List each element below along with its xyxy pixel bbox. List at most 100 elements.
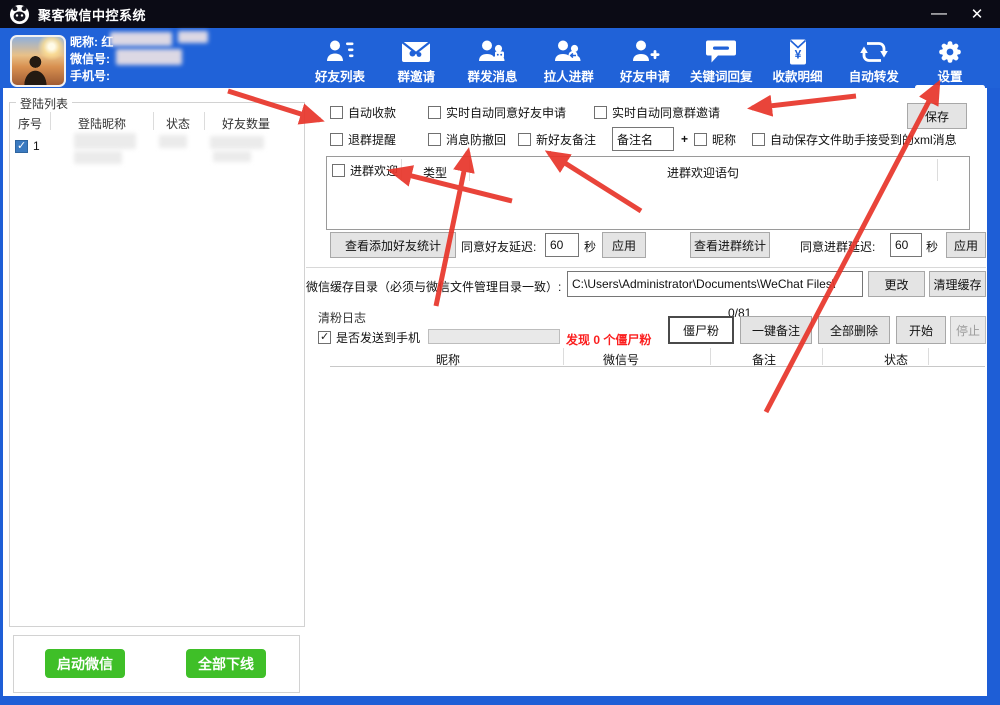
- login-list-title: 登陆列表: [16, 95, 72, 112]
- start-button[interactable]: 开始: [896, 316, 946, 344]
- blurred-wechat-id: [116, 49, 182, 65]
- phone-label: 手机号:: [70, 67, 110, 84]
- friend-list-icon: [324, 37, 356, 65]
- toolbar-item-mass-message[interactable]: 群发消息: [456, 30, 530, 88]
- friend-delay-input[interactable]: 60: [545, 233, 579, 257]
- divider: [822, 348, 823, 365]
- pull-into-group-icon: [553, 37, 585, 65]
- account-header: 昵称: 红 微信号: 手机号: 好友列表 群邀请: [0, 28, 1000, 88]
- zombie-fans-button[interactable]: 僵尸粉: [668, 316, 734, 344]
- toolbar-item-payment-detail[interactable]: ¥ 收款明细: [761, 30, 835, 88]
- delete-all-button[interactable]: 全部删除: [818, 316, 890, 344]
- login-col-no: 序号: [18, 115, 42, 132]
- plus-sign: +: [681, 132, 688, 146]
- nickname-label: 昵称: 红: [70, 33, 113, 50]
- blurred-cell: [213, 151, 251, 162]
- toolbar-item-settings[interactable]: 设置: [913, 30, 987, 88]
- title-bar: 聚客微信中控系统 — ✕: [0, 0, 1000, 28]
- friend-request-icon: [629, 37, 661, 65]
- divider: [153, 112, 154, 130]
- group-invite-icon: [400, 37, 432, 65]
- svg-text:¥: ¥: [794, 48, 801, 62]
- divider: [563, 348, 564, 365]
- welcome-col-type: 类型: [401, 164, 469, 181]
- blurred-nickname: [110, 32, 172, 46]
- row-number: 1: [33, 139, 40, 153]
- all-offline-button[interactable]: 全部下线: [186, 649, 266, 678]
- found-zombie-text: 发现 0 个僵尸粉: [566, 331, 651, 348]
- toolbar-item-friend-list[interactable]: 好友列表: [303, 30, 377, 88]
- window-border: [0, 88, 3, 705]
- blurred-cell: [74, 133, 136, 149]
- app-logo-icon: [9, 4, 30, 25]
- window-border: [987, 88, 1000, 705]
- checkbox-anti-recall[interactable]: 消息防撤回: [428, 131, 506, 147]
- login-row-1[interactable]: 1: [15, 138, 40, 154]
- blurred-cell: [159, 135, 187, 148]
- checkbox-send-to-phone[interactable]: 是否发送到手机: [318, 329, 420, 345]
- row-checkbox-checked[interactable]: [15, 140, 28, 153]
- toolbar-item-pull-into-group[interactable]: 拉人进群: [532, 30, 606, 88]
- toolbar-item-group-invite[interactable]: 群邀请: [379, 30, 453, 88]
- keyword-reply-icon: [705, 37, 737, 65]
- payment-detail-icon: ¥: [782, 37, 814, 65]
- divider: [204, 112, 205, 130]
- toolbar-item-keyword-reply[interactable]: 关键词回复: [684, 30, 758, 88]
- avatar: [10, 35, 66, 87]
- checkbox-auto-agree-friend[interactable]: 实时自动同意好友申请: [428, 104, 566, 120]
- checkbox-group-welcome[interactable]: 进群欢迎: [332, 162, 398, 178]
- window-title: 聚客微信中控系统: [38, 5, 146, 24]
- divider: [710, 348, 711, 365]
- change-dir-button[interactable]: 更改: [868, 271, 925, 297]
- cache-dir-label: 微信缓存目录（必须与微信文件管理目录一致）:: [306, 278, 561, 295]
- checkbox-nickname-option[interactable]: 昵称: [694, 131, 736, 147]
- mass-message-icon: [477, 37, 509, 65]
- divider: [306, 267, 986, 268]
- fans-log-title: 清粉日志: [318, 309, 366, 326]
- login-col-friend-count: 好友数量: [222, 115, 270, 132]
- welcome-table: 进群欢迎 类型 进群欢迎语句: [326, 156, 970, 230]
- toolbar-item-friend-request[interactable]: 好友申请: [608, 30, 682, 88]
- checkbox-auto-save-xml[interactable]: 自动保存文件助手接受到的xml消息: [752, 131, 957, 147]
- apply-friend-delay-button[interactable]: 应用: [602, 232, 646, 258]
- auto-forward-icon: [858, 37, 890, 65]
- seconds-unit: 秒: [926, 238, 938, 255]
- close-button[interactable]: ✕: [960, 0, 994, 28]
- welcome-col-phrase: 进群欢迎语句: [469, 164, 937, 181]
- view-friend-stats-button[interactable]: 查看添加好友统计: [330, 232, 456, 258]
- start-wechat-button[interactable]: 启动微信: [45, 649, 125, 678]
- one-key-remark-button[interactable]: 一键备注: [740, 316, 812, 344]
- blurred-nickname-2: [178, 31, 208, 43]
- checkbox-auto-collect[interactable]: 自动收款: [330, 104, 396, 120]
- divider: [928, 348, 929, 365]
- checkbox-quit-group-remind[interactable]: 退群提醒: [330, 131, 396, 147]
- friend-delay-label: 同意好友延迟:: [461, 238, 536, 255]
- checkbox-new-friend-remark[interactable]: 新好友备注: [518, 131, 596, 147]
- divider: [330, 366, 985, 367]
- clear-cache-button[interactable]: 清理缓存: [929, 271, 986, 297]
- login-col-nickname: 登陆昵称: [78, 115, 126, 132]
- seconds-unit: 秒: [584, 238, 596, 255]
- minimize-button[interactable]: —: [922, 0, 956, 28]
- view-group-stats-button[interactable]: 查看进群统计: [690, 232, 770, 258]
- divider: [50, 112, 51, 130]
- group-delay-label: 同意进群延迟:: [800, 238, 875, 255]
- cache-path-input[interactable]: C:\Users\Administrator\Documents\WeChat …: [567, 271, 863, 297]
- save-button[interactable]: 保存: [907, 103, 967, 129]
- login-list-panel: [9, 102, 305, 627]
- divider: [937, 159, 938, 181]
- group-delay-input[interactable]: 60: [890, 233, 922, 257]
- checkbox-auto-agree-group[interactable]: 实时自动同意群邀请: [594, 104, 720, 120]
- scan-progress-bar: [428, 329, 560, 344]
- apply-group-delay-button[interactable]: 应用: [946, 232, 986, 258]
- main-toolbar: 好友列表 群邀请 群发消息: [303, 30, 987, 88]
- settings-gear-icon: [935, 37, 965, 65]
- checked-checkbox[interactable]: [318, 331, 331, 344]
- blurred-cell: [210, 136, 264, 149]
- arrow-to-auto-agree-group: [752, 96, 856, 108]
- login-col-status: 状态: [166, 115, 190, 132]
- blurred-cell: [74, 151, 122, 164]
- wechat-id-label: 微信号:: [70, 50, 110, 67]
- remark-name-input[interactable]: 备注名: [612, 127, 674, 151]
- toolbar-item-auto-forward[interactable]: 自动转发: [837, 30, 911, 88]
